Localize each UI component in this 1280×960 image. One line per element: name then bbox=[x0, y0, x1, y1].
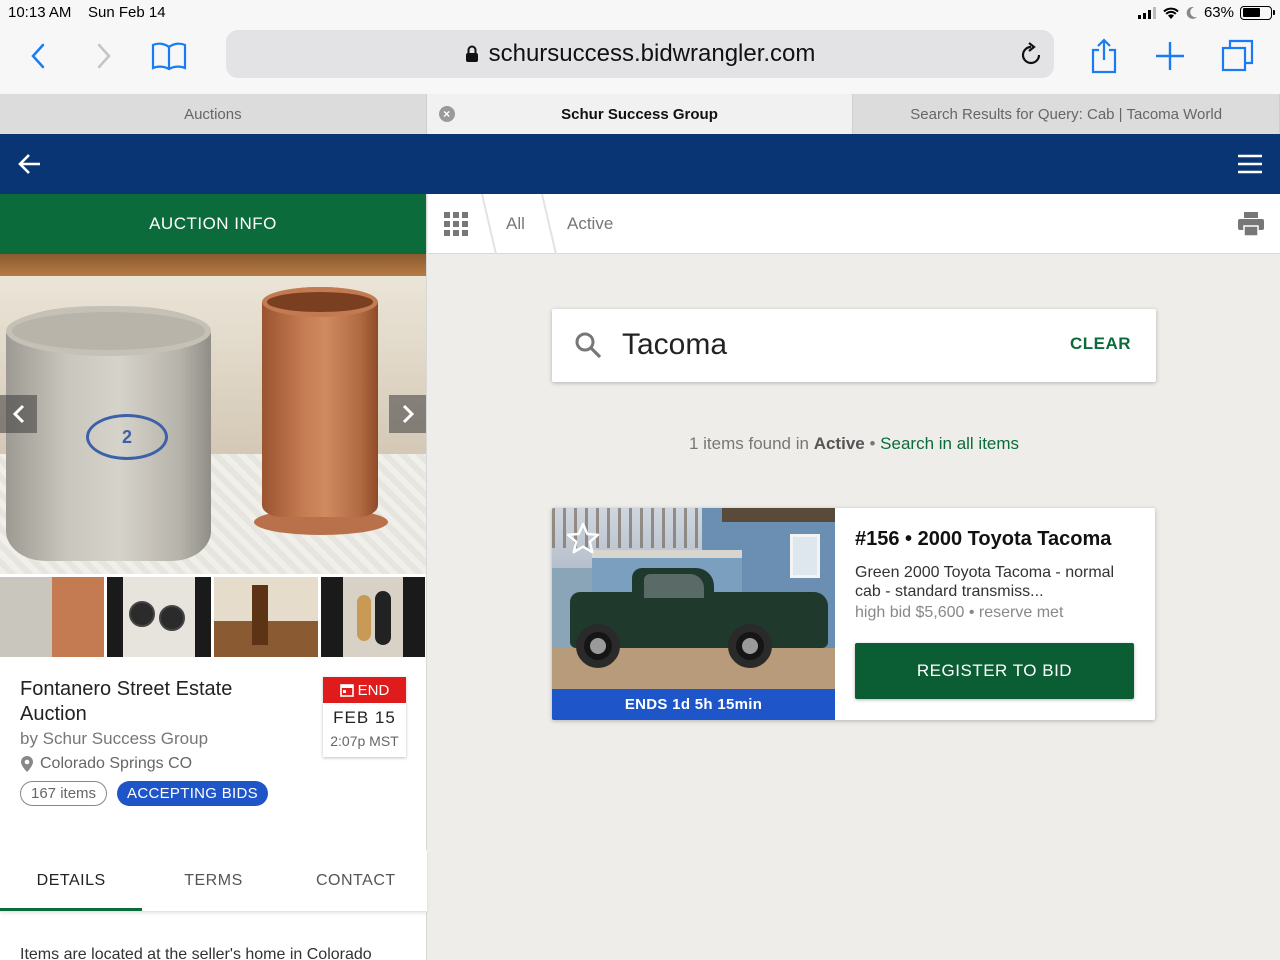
browser-tab-label: Auctions bbox=[184, 105, 242, 123]
status-badge: ACCEPTING BIDS bbox=[117, 781, 268, 806]
auction-title[interactable]: Fontanero Street Estate Auction bbox=[20, 677, 300, 727]
location-pin-icon bbox=[21, 756, 33, 772]
browser-tabs: Auctions × Schur Success Group Search Re… bbox=[0, 94, 1280, 134]
lot-ends-banner: ENDS 1d 5h 15min bbox=[552, 689, 835, 720]
moon-icon bbox=[1186, 6, 1197, 19]
search-icon bbox=[575, 332, 602, 359]
browser-tab-schur-success[interactable]: × Schur Success Group bbox=[426, 94, 854, 134]
details-text: Items are located at the seller's home i… bbox=[20, 946, 372, 960]
status-bar: 10:13 AM Sun Feb 14 63% bbox=[0, 0, 1280, 26]
lot-title[interactable]: #156 • 2000 Toyota Tacoma bbox=[855, 528, 1138, 551]
items-count-badge[interactable]: 167 items bbox=[20, 781, 108, 806]
auction-summary: Fontanero Street Estate Auction by Schur… bbox=[0, 657, 426, 847]
battery-percent: 63% bbox=[1203, 4, 1234, 21]
signal-icon bbox=[1137, 6, 1156, 19]
tabs-icon[interactable] bbox=[1216, 36, 1260, 76]
search-box[interactable]: Tacoma CLEAR bbox=[552, 309, 1156, 382]
tab-contact[interactable]: CONTACT bbox=[285, 850, 427, 911]
breadcrumb-divider bbox=[541, 194, 557, 254]
hamburger-menu-icon[interactable] bbox=[1238, 154, 1262, 174]
lot-card[interactable]: ENDS 1d 5h 15min #156 • 2000 Toyota Taco… bbox=[552, 508, 1155, 720]
end-date-card: END FEB 15 2:07p MST bbox=[323, 677, 406, 757]
calendar-icon bbox=[339, 684, 354, 697]
auction-info-header: AUCTION INFO bbox=[0, 194, 426, 254]
browser-tab-label: Search Results for Query: Cab | Tacoma W… bbox=[910, 105, 1223, 123]
photo-prev-button[interactable] bbox=[0, 395, 37, 433]
share-icon[interactable] bbox=[1082, 36, 1126, 76]
end-label: END bbox=[357, 681, 390, 699]
thumbnail[interactable] bbox=[214, 577, 318, 657]
stoneware-crock: 2 bbox=[6, 306, 211, 561]
thumbnail[interactable] bbox=[321, 577, 425, 657]
filter-bar: All Active bbox=[428, 194, 1280, 254]
lot-bid-info: high bid $5,600 • reserve met bbox=[855, 604, 1064, 621]
chevron-left-icon bbox=[12, 404, 24, 424]
photo-thumbnails bbox=[0, 577, 426, 657]
forward-icon[interactable] bbox=[82, 36, 126, 76]
search-input[interactable]: Tacoma bbox=[622, 328, 727, 362]
status-right: 63% bbox=[1137, 4, 1275, 21]
close-tab-icon[interactable]: × bbox=[438, 106, 455, 122]
lot-info: #156 • 2000 Toyota Tacoma Green 2000 Toy… bbox=[855, 528, 1138, 622]
print-icon[interactable] bbox=[1238, 212, 1264, 236]
lock-icon bbox=[465, 45, 478, 62]
url-text: schursuccess.bidwrangler.com bbox=[488, 40, 816, 67]
auction-detail-tabs: DETAILS TERMS CONTACT bbox=[0, 850, 427, 912]
results-separator: • bbox=[869, 434, 876, 453]
chevron-right-icon bbox=[402, 404, 414, 424]
thumbnail[interactable] bbox=[107, 577, 211, 657]
address-bar[interactable]: schursuccess.bidwrangler.com bbox=[226, 30, 1054, 78]
photo-next-button[interactable] bbox=[389, 395, 426, 433]
lot-description: Green 2000 Toyota Tacoma - normal cab - … bbox=[855, 564, 1115, 600]
battery-icon bbox=[1240, 5, 1275, 20]
browser-tab-label: Schur Success Group bbox=[561, 105, 718, 123]
reload-icon[interactable] bbox=[1018, 40, 1044, 68]
app-header bbox=[0, 134, 1280, 194]
arrow-back-icon[interactable] bbox=[18, 152, 42, 176]
new-tab-icon[interactable] bbox=[1148, 36, 1192, 76]
search-all-items-link[interactable]: Search in all items bbox=[880, 434, 1019, 453]
end-time: 2:07p MST bbox=[330, 733, 399, 749]
lot-photo[interactable]: ENDS 1d 5h 15min bbox=[552, 508, 835, 720]
tab-terms[interactable]: TERMS bbox=[142, 850, 284, 911]
results-scope: Active bbox=[813, 434, 865, 453]
auction-info-label: AUCTION INFO bbox=[149, 214, 277, 233]
auction-photo: 2 bbox=[0, 254, 426, 574]
wifi-icon bbox=[1163, 7, 1179, 19]
auction-location: Colorado Springs CO bbox=[20, 755, 406, 773]
end-header: END bbox=[323, 677, 406, 703]
terracotta-vase bbox=[262, 287, 378, 517]
clear-search-button[interactable]: CLEAR bbox=[1070, 334, 1131, 354]
breadcrumb-divider bbox=[481, 194, 497, 254]
auction-sidebar: AUCTION INFO 2 Fontanero Street Estate A… bbox=[0, 194, 427, 960]
status-date: Sun Feb 14 bbox=[88, 4, 166, 21]
browser-tab-auctions[interactable]: Auctions bbox=[0, 94, 427, 134]
status-time: 10:13 AM bbox=[8, 4, 72, 21]
filter-active[interactable]: Active bbox=[567, 214, 613, 234]
register-to-bid-button[interactable]: REGISTER TO BID bbox=[855, 643, 1134, 699]
grid-view-icon[interactable] bbox=[444, 212, 468, 236]
auction-badges: 167 items ACCEPTING BIDS bbox=[20, 781, 406, 806]
end-date: FEB 15 bbox=[333, 708, 396, 727]
results-count: 1 items found in bbox=[688, 434, 809, 453]
watch-star-icon[interactable] bbox=[566, 522, 600, 554]
tab-details[interactable]: DETAILS bbox=[0, 850, 143, 911]
browser-toolbar: schursuccess.bidwrangler.com bbox=[0, 26, 1280, 94]
back-icon[interactable] bbox=[16, 36, 60, 76]
thumbnail[interactable] bbox=[0, 577, 104, 657]
filter-all[interactable]: All bbox=[506, 214, 525, 234]
browser-tab-tacoma-world[interactable]: Search Results for Query: Cab | Tacoma W… bbox=[853, 94, 1280, 134]
results-summary: 1 items found in Active • Search in all … bbox=[552, 434, 1156, 454]
bookmarks-icon[interactable] bbox=[147, 36, 191, 76]
location-text: Colorado Springs CO bbox=[40, 755, 193, 772]
